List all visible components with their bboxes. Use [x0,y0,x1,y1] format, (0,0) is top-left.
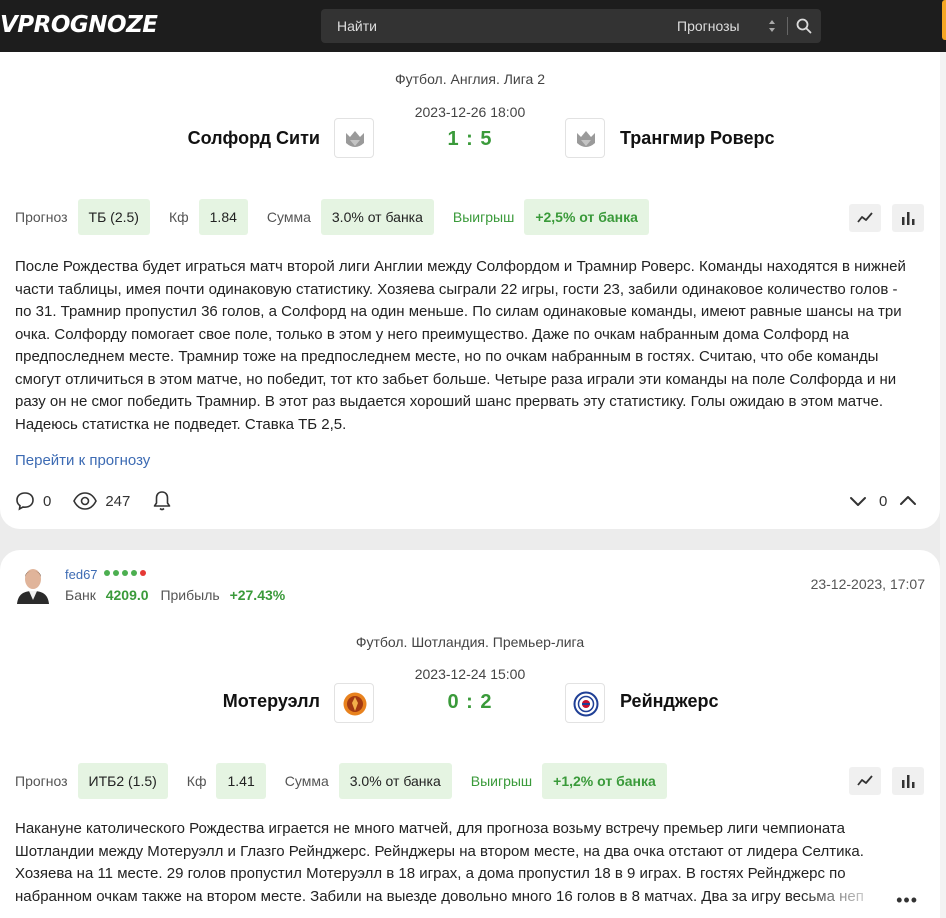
league-name[interactable]: Футбол. Англия. Лига 2 [0,71,940,87]
match-datetime: 2023-12-26 18:00 [414,104,526,120]
vote-count: 0 [879,492,888,510]
kf-label: Кф [186,773,207,789]
search-category-select[interactable]: Прогнозы [677,9,740,43]
search-divider [787,17,788,35]
forecast-text: После Рождества будет играться матч втор… [15,256,925,436]
forecast-stats: Прогноз ТБ (2.5) Кф 1.84 Сумма 3.0% от б… [15,199,668,235]
away-team-name[interactable]: Трангмир Роверс [620,128,774,149]
bell-icon[interactable] [152,490,172,512]
eye-icon [73,492,98,510]
views-count: 247 [105,492,131,510]
avatar[interactable] [15,564,51,604]
win-label: Выигрыш [470,773,533,789]
rating-dot [104,570,110,576]
match-score: 0 : 2 [447,691,493,713]
summa-label: Сумма [284,773,329,789]
more-button[interactable]: ••• [896,890,918,911]
kf-label: Кф [168,209,189,225]
win-value: +1,2% от банка [542,763,667,799]
text-line: Накануне католического Рождества играетс… [15,820,845,837]
match-datetime: 2023-12-24 15:00 [414,666,526,682]
forecast-text: Накануне католического Рождества играетс… [15,818,925,908]
text-line: части таблицы, имея почти одинаковую ста… [15,280,898,298]
trend-chart-button[interactable] [849,767,881,795]
rating-dot [140,570,146,576]
post-date: 23-12-2023, 17:07 [810,576,925,592]
prognoz-label: Прогноз [15,209,68,225]
line-chart-icon [857,212,873,223]
match-score: 1 : 5 [447,128,493,150]
select-arrows-icon[interactable] [767,17,777,35]
bank-value: 4209.0 [105,587,149,603]
rating-dot [131,570,137,576]
win-label: Выигрыш [452,209,515,225]
corner-tab[interactable] [942,0,946,40]
prognoz-value: ТБ (2.5) [77,199,150,235]
text-line: Надеюсь статистка не подведет. Ставка ТБ… [15,415,347,433]
prognoz-value: ИТБ2 (1.5) [77,763,168,799]
line-chart-icon [857,775,873,786]
summa-value: 3.0% от банка [338,763,452,799]
top-bar: VPROGNOZE Прогнозы [0,0,946,52]
bar-chart-icon [902,775,915,788]
home-team-name[interactable]: Солфорд Сити [188,128,320,149]
comment-icon[interactable] [15,491,35,511]
text-line: по 31. Трамнир пропустил 36 голов, а Сол… [15,303,902,320]
home-team-crest-icon [334,683,374,723]
rating-dots [104,570,149,576]
away-team-crest-icon [565,683,605,723]
win-value: +2,5% от банка [524,199,649,235]
comments-count: 0 [43,492,52,510]
profit-value: +27.43% [229,587,286,603]
text-line: набранном очкам также на втором месте. З… [15,887,864,905]
search-bar: Прогнозы [321,9,821,43]
page-scrollbar[interactable] [940,52,946,918]
summa-label: Сумма [266,209,311,225]
forecast-card: Футбол. Англия. Лига 2 2023-12-26 18:00 … [0,52,940,529]
forecast-card: fed67 Банк 4209.0 Прибыль +27.43% 23-12-… [0,550,940,918]
search-icon[interactable] [795,17,813,35]
text-line: смогут отличиться в этом матче, но побед… [15,370,897,388]
bar-chart-button[interactable] [892,767,924,795]
text-line: После Рождества будет играться матч втор… [15,258,906,275]
vote-widget: 0 [849,489,917,513]
home-team-name[interactable]: Мотеруэлл [223,691,320,712]
profit-label: Прибыль [160,587,220,603]
forecast-stats: Прогноз ИТБ2 (1.5) Кф 1.41 Сумма 3.0% от… [15,763,686,799]
bar-chart-icon [902,212,915,225]
go-to-forecast-link[interactable]: Перейти к прогнозу [15,452,150,469]
away-team-name[interactable]: Рейнджерс [620,691,718,712]
trend-chart-button[interactable] [849,204,881,232]
prognoz-label: Прогноз [15,773,68,789]
away-team-crest-icon [565,118,605,158]
bar-chart-button[interactable] [892,204,924,232]
text-line: Хозяева на 11 месте. 29 голов пропустил … [15,865,846,882]
text-line: очка. Солфорду помогает свое поле, тольк… [15,325,849,343]
author-stats: Банк 4209.0 Прибыль +27.43% [65,587,285,603]
post-footer: 0 247 [15,489,172,513]
league-name[interactable]: Футбол. Шотландия. Премьер-лига [0,634,940,650]
home-team-crest-icon [334,118,374,158]
chevron-up-icon[interactable] [899,492,917,510]
kf-value: 1.41 [216,763,266,799]
chevron-down-icon[interactable] [849,492,867,510]
summa-value: 3.0% от банка [320,199,434,235]
text-fade [800,885,940,911]
text-line: разу он не смог победить Трамнир. В этот… [15,393,884,410]
rating-dot [113,570,119,576]
bank-label: Банк [65,587,96,603]
rating-dot [122,570,128,576]
text-line: предпоследнем месте. Трамнир тоже на пре… [15,348,879,365]
author-name[interactable]: fed67 [65,567,98,582]
text-line: Шотландии между Мотеруэлл и Глазго Рейнд… [15,842,864,860]
site-logo[interactable]: VPROGNOZE [0,12,158,38]
kf-value: 1.84 [198,199,248,235]
search-input[interactable] [321,9,661,43]
